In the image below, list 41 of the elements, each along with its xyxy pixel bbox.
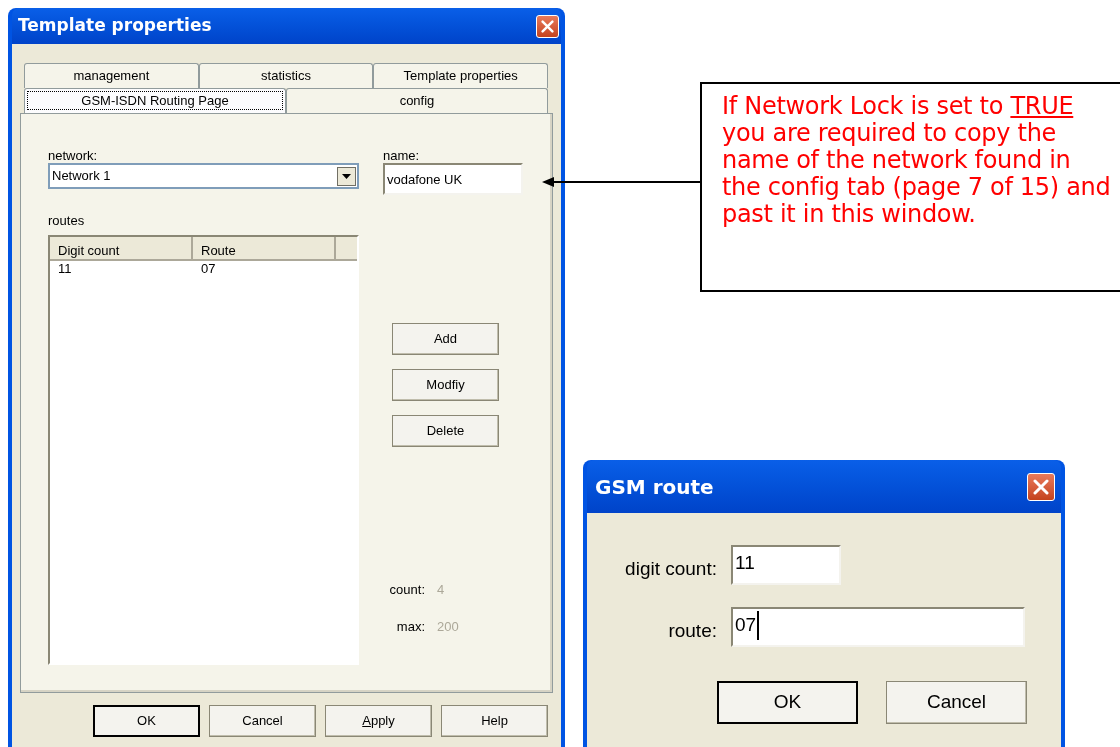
action-button[interactable]: Add [392, 323, 499, 355]
stat-label: max: [395, 617, 425, 636]
column-header[interactable]: Digit count [50, 237, 193, 259]
table-cell-text: 07 [200, 261, 217, 277]
close-button[interactable] [1027, 472, 1055, 501]
field-label: digit count: [624, 556, 717, 581]
dropdown-value: Network 1 [52, 167, 112, 186]
action-button[interactable]: Modfiy [392, 369, 499, 401]
close-icon [1033, 478, 1049, 495]
column-header[interactable]: Route [193, 237, 336, 259]
window-title: Template properties [18, 14, 212, 38]
field-label: route: [667, 618, 717, 643]
dialog-button[interactable]: Apply [325, 705, 432, 737]
text-field[interactable]: 07 [731, 607, 1025, 647]
close-button[interactable] [536, 14, 559, 38]
network-dropdown[interactable]: Network 1 [48, 163, 359, 189]
stat-value: 200 [437, 617, 460, 636]
tab[interactable]: Template properties [373, 63, 548, 88]
dialog-button[interactable]: OK [717, 681, 858, 724]
text-field[interactable]: 11 [731, 545, 841, 585]
table-cell-text: 11 [57, 261, 73, 277]
section-label: routes [48, 212, 86, 230]
dialog-button[interactable]: OK [93, 705, 200, 737]
stat-value: 4 [437, 581, 446, 599]
close-icon [541, 19, 554, 33]
field-label: network: [48, 147, 99, 163]
tab[interactable]: management [24, 63, 199, 88]
field-value: 07 [735, 611, 760, 640]
callout-text: If Network Lock is set to TRUE you are required to copy the name of the network found in the config tab (page 7 of 15) and past it in this window. [722, 93, 1112, 228]
stat-label: count: [388, 581, 425, 599]
dialog-button[interactable]: Cancel [209, 705, 316, 737]
field-value: 11 [735, 551, 755, 575]
tab[interactable]: statistics [198, 63, 374, 88]
tab[interactable]: config [286, 88, 548, 113]
action-button[interactable]: Delete [392, 415, 499, 447]
dialog-button[interactable]: Help [441, 705, 548, 737]
window-title: GSM route [595, 473, 714, 501]
name-field[interactable]: vodafone UK [383, 163, 523, 195]
dialog-button[interactable]: Cancel [886, 681, 1027, 724]
field-label: name: [383, 147, 421, 163]
tab[interactable]: GSM-ISDN Routing Page [24, 88, 286, 113]
